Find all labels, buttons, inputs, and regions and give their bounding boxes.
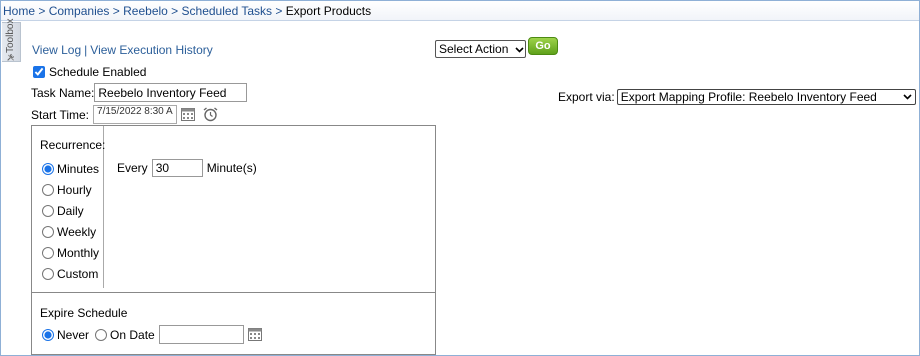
recurrence-option-minutes[interactable]: Minutes: [42, 158, 99, 179]
recurrence-radio-minutes[interactable]: [42, 162, 54, 175]
start-time-label: Start Time:: [31, 107, 90, 122]
expire-never-radio[interactable]: [42, 328, 54, 341]
breadcrumb-home[interactable]: Home: [3, 4, 35, 18]
recurrence-radio-group: Minutes Hourly Daily Weekly Monthly Cust…: [42, 158, 99, 284]
recurrence-radio-custom[interactable]: [42, 267, 54, 280]
schedule-enabled-checkbox[interactable]: [33, 66, 45, 78]
toolbox-tab[interactable]: Toolbox: [2, 18, 21, 62]
recurrence-option-label: Daily: [57, 203, 84, 218]
expire-schedule-label: Expire Schedule: [40, 306, 128, 320]
recurrence-option-monthly[interactable]: Monthly: [42, 242, 99, 263]
expire-never-label: Never: [57, 327, 90, 342]
tools-icon: [7, 53, 15, 61]
export-mapping-dropdown[interactable]: Export Mapping Profile: Reebelo Inventor…: [616, 89, 916, 105]
breadcrumb-separator: >: [275, 4, 283, 18]
recurrence-option-label: Minutes: [57, 161, 100, 176]
export-mapping-value: Export Mapping Profile: Reebelo Inventor…: [620, 90, 877, 104]
go-button[interactable]: Go: [528, 37, 558, 55]
chevron-down-icon: [901, 94, 915, 100]
expire-on-date-label: On Date: [110, 327, 155, 342]
page-frame: Home > Companies > Reebelo > Scheduled T…: [0, 0, 920, 356]
recurrence-radio-hourly[interactable]: [42, 183, 54, 196]
schedule-enabled-label: Schedule Enabled: [49, 65, 147, 79]
task-name-label: Task Name:: [31, 85, 95, 100]
recurrence-option-label: Hourly: [57, 182, 92, 197]
recurrence-label: Recurrence:: [40, 138, 106, 152]
expire-options-row: Never On Date: [42, 325, 262, 344]
view-execution-history-link[interactable]: View Execution History: [90, 43, 213, 57]
recurrence-option-label: Monthly: [57, 245, 100, 260]
calendar-icon[interactable]: [247, 328, 262, 341]
panel-divider: [32, 292, 435, 293]
select-action-dropdown[interactable]: Select Action: [435, 40, 526, 58]
expire-date-input[interactable]: [158, 325, 244, 344]
breadcrumb-current: Export Products: [285, 4, 372, 18]
breadcrumb-separator: >: [171, 4, 179, 18]
recurrence-option-label: Custom: [57, 266, 99, 281]
interval-unit-label: Minute(s): [206, 160, 257, 175]
calendar-icon[interactable]: [181, 108, 196, 121]
recurrence-option-custom[interactable]: Custom: [42, 263, 99, 284]
breadcrumb-separator: >: [38, 4, 46, 18]
breadcrumb-separator: >: [112, 4, 120, 18]
recurrence-option-weekly[interactable]: Weekly: [42, 221, 99, 242]
select-action-value: Select Action: [439, 42, 509, 56]
breadcrumb: Home > Companies > Reebelo > Scheduled T…: [1, 1, 919, 21]
breadcrumb-scheduled-tasks[interactable]: Scheduled Tasks: [182, 4, 273, 18]
export-via-label: Export via:: [558, 90, 615, 104]
breadcrumb-companies[interactable]: Companies: [49, 4, 110, 18]
chevron-down-icon: [513, 42, 525, 57]
alarm-clock-icon[interactable]: [203, 107, 218, 122]
task-name-input[interactable]: [94, 83, 248, 102]
recurrence-radio-monthly[interactable]: [42, 246, 54, 259]
every-label: Every: [117, 160, 148, 175]
export-via-row: Export via: Export Mapping Profile: Reeb…: [558, 89, 916, 105]
expire-on-date-radio[interactable]: [95, 328, 108, 341]
link-divider: |: [84, 43, 88, 57]
recurrence-radio-weekly[interactable]: [42, 225, 54, 238]
interval-input[interactable]: [151, 158, 203, 177]
breadcrumb-reebelo[interactable]: Reebelo: [123, 4, 168, 18]
start-time-row: Start Time: 7/15/2022 8:30 A: [31, 105, 218, 124]
view-log-link[interactable]: View Log: [32, 43, 81, 57]
schedule-enabled-row: Schedule Enabled: [33, 65, 146, 79]
interval-row: Every Minute(s): [117, 158, 257, 177]
recurrence-option-daily[interactable]: Daily: [42, 200, 99, 221]
toolbox-label: Toolbox: [5, 18, 16, 53]
log-links: View Log | View Execution History: [32, 43, 213, 57]
recurrence-option-hourly[interactable]: Hourly: [42, 179, 99, 200]
recurrence-radio-daily[interactable]: [42, 204, 54, 217]
recurrence-panel: Recurrence: Minutes Hourly Daily Weekly …: [31, 125, 436, 355]
recurrence-option-label: Weekly: [57, 224, 97, 239]
start-time-input[interactable]: 7/15/2022 8:30 A: [93, 105, 178, 124]
task-name-row: Task Name:: [31, 83, 248, 102]
